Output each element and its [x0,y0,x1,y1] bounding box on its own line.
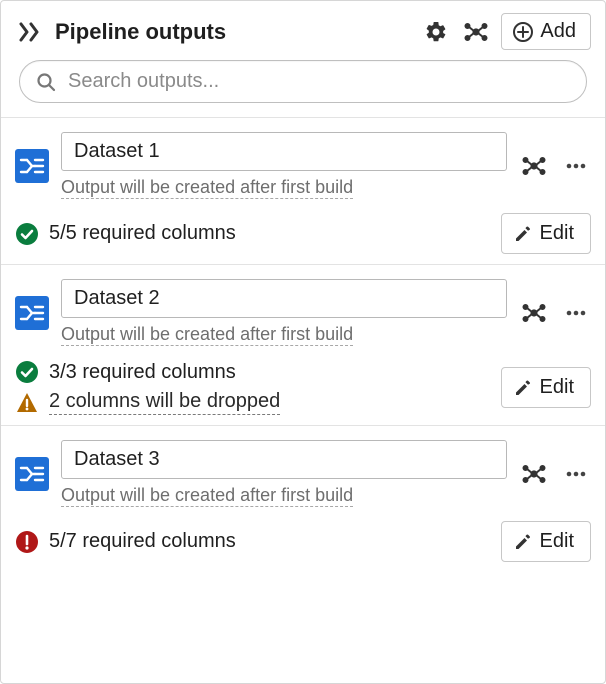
status-text: 5/7 required columns [49,530,236,553]
search-box[interactable] [19,60,587,103]
warning-triangle-icon [15,391,39,415]
output-hint: Output will be created after first build [61,177,353,199]
check-circle-icon [15,360,39,384]
dataset-icon [15,149,49,183]
output-hint: Output will be created after first build [61,485,353,507]
add-button-label: Add [540,20,576,43]
edit-button[interactable]: Edit [501,367,591,408]
dataset-icon [15,296,49,330]
more-icon[interactable] [561,151,591,181]
status-text: 5/5 required columns [49,222,236,245]
output-card: Output will be created after first build [1,264,605,425]
pipeline-outputs-panel: Pipeline outputs [0,0,606,684]
pencil-icon [514,225,532,243]
edit-button-label: Edit [540,376,574,399]
warning-text[interactable]: 2 columns will be dropped [49,390,280,415]
search-container [1,60,605,117]
edit-button-label: Edit [540,222,574,245]
add-button[interactable]: Add [501,13,591,50]
pencil-icon [514,379,532,397]
edit-button[interactable]: Edit [501,521,591,562]
output-name-input[interactable] [61,279,507,318]
check-circle-icon [15,222,39,246]
search-icon [36,72,56,92]
more-icon[interactable] [561,459,591,489]
lineage-icon[interactable] [519,459,549,489]
lineage-icon[interactable] [461,17,491,47]
output-card: Output will be created after first build [1,117,605,264]
more-icon[interactable] [561,298,591,328]
panel-title: Pipeline outputs [55,19,411,45]
settings-icon[interactable] [421,17,451,47]
pencil-icon [514,533,532,551]
error-circle-icon [15,530,39,554]
plus-circle-icon [512,21,534,43]
output-name-input[interactable] [61,440,507,479]
output-name-input[interactable] [61,132,507,171]
output-hint: Output will be created after first build [61,324,353,346]
search-input[interactable] [66,69,570,94]
collapse-icon[interactable] [15,17,45,47]
lineage-icon[interactable] [519,298,549,328]
dataset-icon [15,457,49,491]
panel-header: Pipeline outputs [1,1,605,60]
edit-button-label: Edit [540,530,574,553]
output-card: Output will be created after first build [1,425,605,572]
lineage-icon[interactable] [519,151,549,181]
edit-button[interactable]: Edit [501,213,591,254]
status-text: 3/3 required columns [49,361,236,384]
